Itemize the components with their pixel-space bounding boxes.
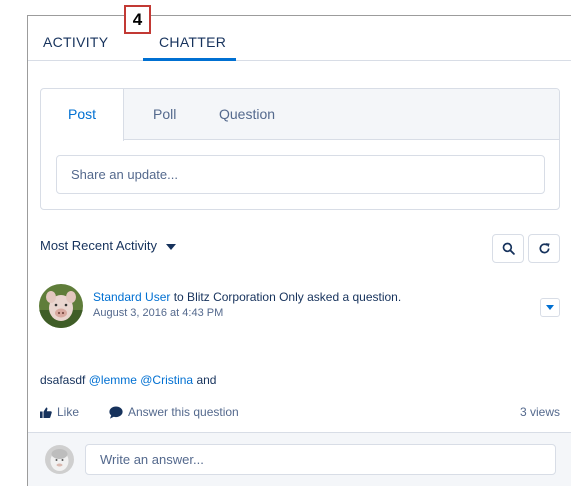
feed-sort-label: Most Recent Activity bbox=[40, 238, 158, 253]
post-menu-button[interactable] bbox=[540, 298, 560, 317]
piglet-avatar-icon bbox=[39, 284, 83, 328]
share-update-input[interactable]: Share an update... bbox=[56, 155, 545, 194]
feed-refresh-button[interactable] bbox=[528, 234, 560, 263]
answer-label: Answer this question bbox=[128, 405, 239, 419]
mention-link[interactable]: @lemme bbox=[89, 373, 137, 387]
view-count: 3 views bbox=[519, 405, 560, 419]
post-action-text: to Blitz Corporation Only asked a questi… bbox=[173, 290, 402, 304]
post-header: Standard User to Blitz Corporation Only … bbox=[93, 290, 401, 304]
publisher: Post Poll Question Share an update... bbox=[40, 88, 560, 210]
like-label: Like bbox=[57, 405, 80, 419]
record-tabs: ACTIVITY CHATTER bbox=[28, 16, 571, 61]
mention-link[interactable]: @Cristina bbox=[140, 373, 193, 387]
post-body-text: dsafasdf bbox=[40, 373, 86, 387]
publisher-tabs: Post Poll Question bbox=[41, 89, 559, 141]
post-timestamp[interactable]: August 3, 2016 at 4:43 PM bbox=[93, 307, 223, 319]
active-tab-indicator bbox=[143, 58, 236, 61]
publisher-tab-post[interactable]: Post bbox=[41, 89, 124, 141]
post-body-text: and bbox=[196, 373, 217, 387]
chevron-down-icon bbox=[166, 243, 177, 250]
answer-question-button[interactable]: Answer this question bbox=[109, 405, 239, 419]
current-user-avatar bbox=[45, 445, 74, 474]
post-body: dsafasdf @lemme @Cristina and bbox=[40, 373, 216, 387]
publisher-tab-poll[interactable]: Poll bbox=[153, 89, 176, 140]
tab-activity[interactable]: ACTIVITY bbox=[43, 34, 108, 50]
tab-chatter[interactable]: CHATTER bbox=[159, 34, 226, 50]
user-avatar-icon bbox=[45, 445, 74, 474]
chevron-down-icon bbox=[546, 305, 554, 310]
like-button[interactable]: Like bbox=[40, 405, 79, 419]
thumbs-up-icon bbox=[40, 407, 52, 418]
refresh-icon bbox=[539, 243, 550, 254]
search-icon bbox=[502, 242, 515, 255]
step-number-badge: 4 bbox=[124, 5, 151, 34]
author-link[interactable]: Standard User bbox=[93, 290, 170, 304]
author-avatar[interactable] bbox=[39, 284, 83, 328]
comment-bubble-icon bbox=[109, 406, 123, 419]
feed-sort-dropdown[interactable]: Most Recent Activity bbox=[40, 238, 177, 253]
publisher-tab-question[interactable]: Question bbox=[219, 89, 275, 140]
answer-input[interactable]: Write an answer... bbox=[85, 444, 556, 475]
feed-search-button[interactable] bbox=[492, 234, 524, 263]
answer-composer: Write an answer... bbox=[28, 432, 571, 486]
